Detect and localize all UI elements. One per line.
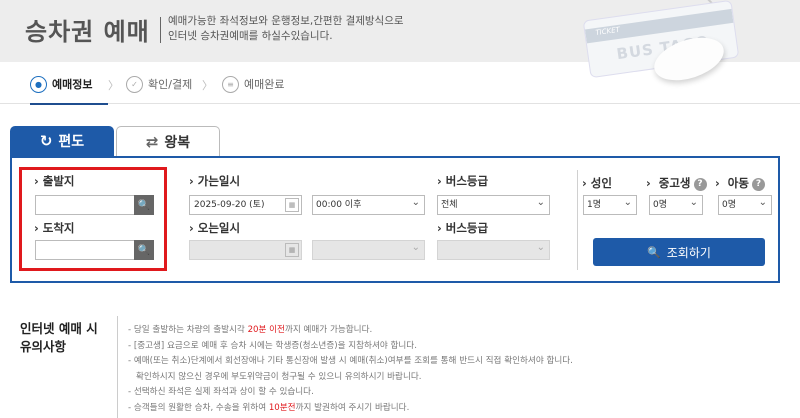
title-divider [160,17,161,43]
list-item: 확인하시지 않으신 경우에 부도위약금이 청구될 수 있으니 유의하시기 바랍니… [136,371,422,382]
help-icon[interactable]: ? [751,177,765,191]
chevron-right-icon: 〉 [108,79,119,92]
child-label: 아동? [715,175,765,191]
return-bus-class-select[interactable] [437,239,550,260]
notice-title: 인터넷 예매 시 유의사항 [20,321,98,354]
description-line-1: 예매가능한 좌석정보와 운행정보,간편한 결제방식으로 [168,15,404,27]
adult-label: 성인 [582,175,612,191]
page-description: 예매가능한 좌석정보와 운행정보,간편한 결제방식으로 인터넷 승차권예매를 하… [168,14,404,44]
calendar-icon[interactable]: ▦ [285,198,299,212]
return-bus-class-label: 버스등급 [437,220,488,236]
go-time-select[interactable]: 00:00 이후 [312,194,425,215]
go-date-input[interactable]: 2025-09-20 (토) ▦ [189,195,302,215]
child-count-select[interactable]: 0명 [718,194,772,215]
step-reservation-info: ● 예매정보 [30,75,92,93]
list-item: [중고생] 요금으로 예매 후 승차 시에는 학생증(청소년증)을 지참하셔야 … [128,339,573,355]
help-icon[interactable]: ? [693,177,707,191]
student-label: 중고생? [646,175,707,191]
student-count-select[interactable]: 0명 [649,194,703,215]
return-date-label: 오는일시 [189,220,240,236]
step-confirm-payment: ✓ 확인/결제 [126,75,192,93]
search-button[interactable]: 🔍 조회하기 [593,238,765,266]
search-form-panel: 출발지 🔍 도착지 🔍 가는일시 2025-09-20 (토) ▦ 00:00 … [10,156,780,283]
progress-steps: ● 예매정보 〉 ✓ 확인/결제 〉 ≡ 예매완료 [0,62,800,105]
checklist-icon: ✓ [126,75,143,93]
location-pin-icon: ● [30,75,47,93]
active-step-underline [30,103,108,105]
bus-class-select[interactable]: 전체 [437,194,550,215]
calendar-icon[interactable]: ▦ [285,243,299,257]
description-line-2: 인터넷 승차권예매를 하실수있습니다. [168,30,333,42]
section-divider [577,170,578,270]
tab-round-trip[interactable]: ⇄ 왕복 [116,126,220,156]
list-item: 선택하신 좌석은 실제 좌석과 상이 할 수 있습니다. [128,385,573,401]
list-item: 당일 출발하는 차량의 출발시각 20분 이전까지 예매가 가능합니다. [128,323,573,339]
page-header: 승차권 예매 예매가능한 좌석정보와 운행정보,간편한 결제방식으로 인터넷 승… [0,0,800,89]
go-date-label: 가는일시 [189,173,240,189]
highlight-box [19,167,167,271]
document-icon: ≡ [222,75,239,93]
notice-list: 당일 출발하는 차량의 출발시각 20분 이전까지 예매가 가능합니다. [중고… [128,323,573,417]
list-item: 예매(또는 취소)단계에서 회선장애나 기타 통신장애 발생 시 예매(취소)여… [128,354,573,370]
adult-count-select[interactable]: 1명 [583,194,637,215]
swap-arrows-icon: ⇄ [145,132,159,151]
tab-one-way[interactable]: ↻ 편도 [10,126,114,156]
return-date-input[interactable]: ▦ [189,240,302,260]
chevron-right-icon: 〉 [202,79,213,92]
refresh-icon: ↻ [39,132,53,150]
return-time-select[interactable] [312,239,425,260]
bus-class-label: 버스등급 [437,173,488,189]
list-item: 승객들의 원활한 승차, 수송을 위하여 10분전까지 발권하여 주시기 바랍니… [128,401,573,417]
search-icon: 🔍 [647,245,661,259]
step-complete: ≡ 예매완료 [222,75,284,93]
page-title: 승차권 예매 [25,18,150,46]
notice-divider [117,316,118,418]
